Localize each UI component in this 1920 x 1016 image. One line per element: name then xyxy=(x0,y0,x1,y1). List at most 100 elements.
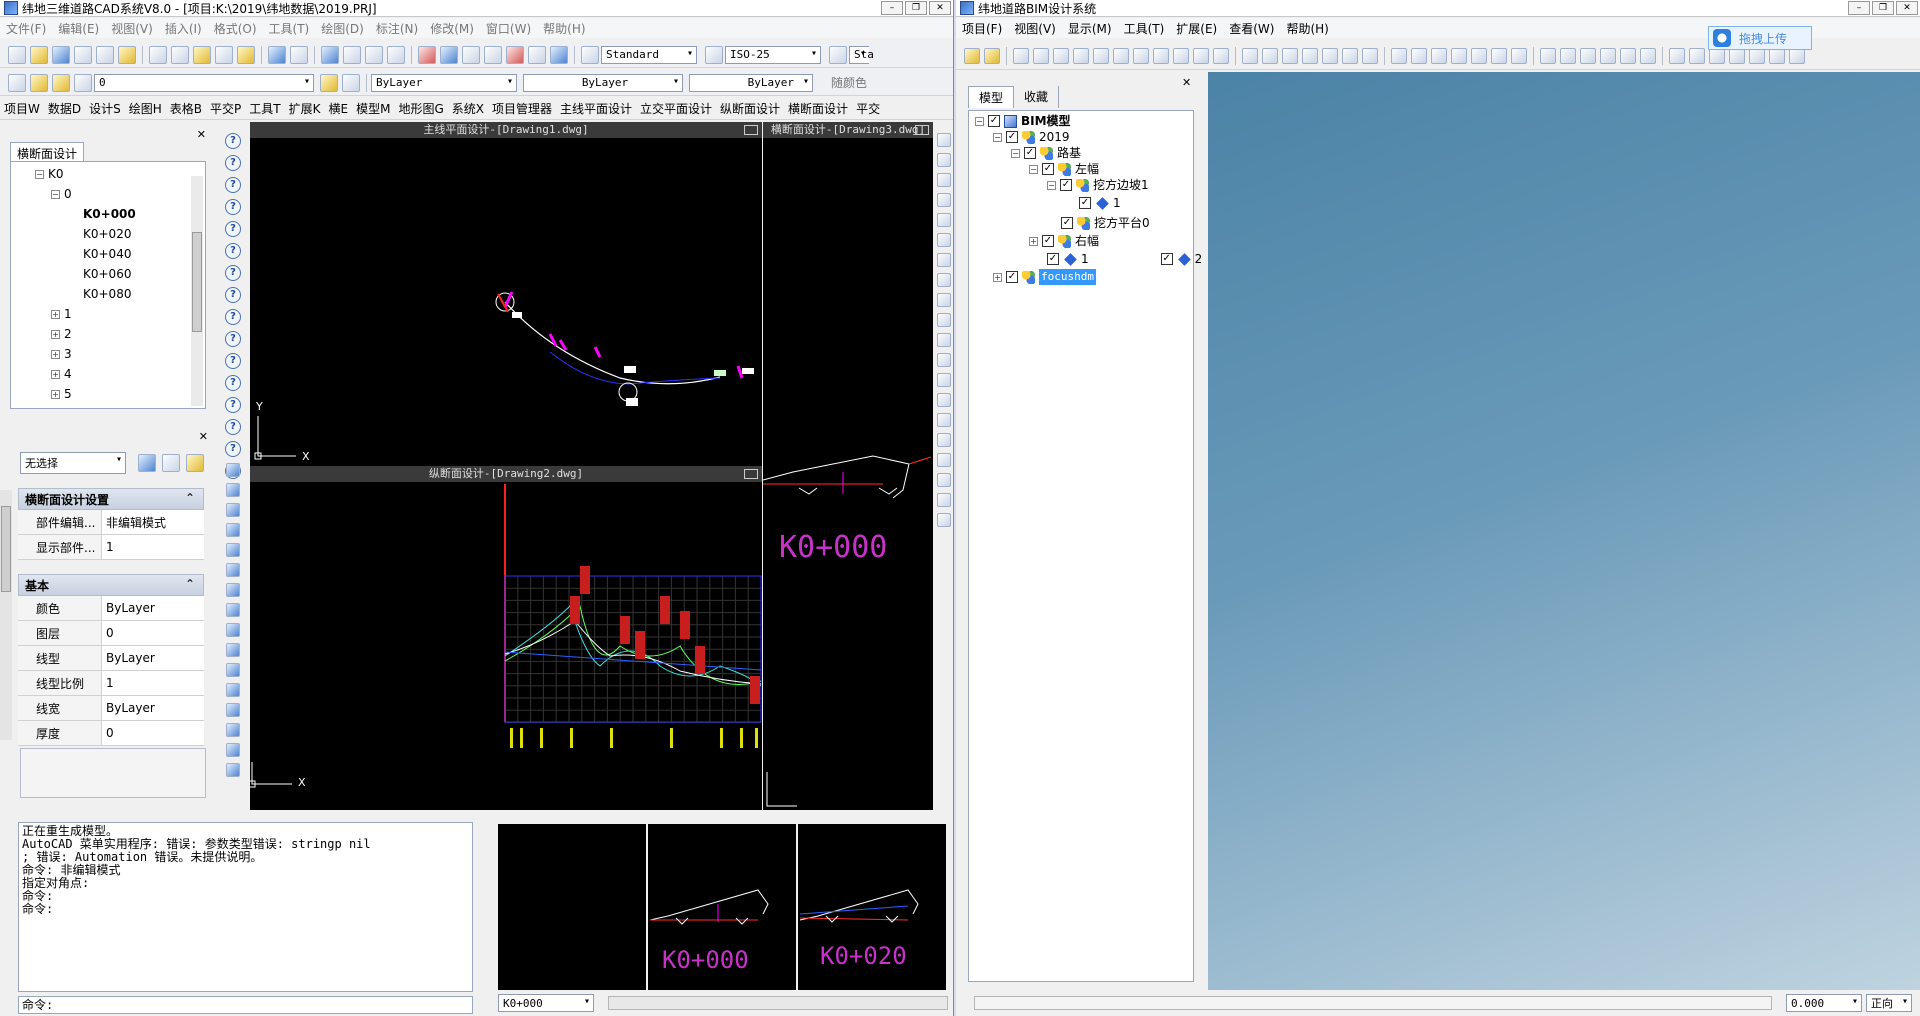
layer-current-icon[interactable] xyxy=(320,73,338,92)
open-file-icon[interactable] xyxy=(30,45,48,64)
point-icon[interactable] xyxy=(226,723,240,737)
help-icon[interactable]: ? xyxy=(225,375,241,391)
bim-tool-icon[interactable] xyxy=(1342,47,1358,64)
prop-row[interactable]: 线型 ByLayer xyxy=(18,646,204,671)
help-icon[interactable]: ? xyxy=(225,133,241,149)
prop-row[interactable]: 颜色 ByLayer xyxy=(18,596,204,621)
prop-value[interactable]: 0 xyxy=(102,621,204,645)
bim-tool-icon[interactable] xyxy=(1193,47,1209,64)
menu-item[interactable]: 项目(F) xyxy=(956,20,1008,37)
bim-tool-icon[interactable] xyxy=(1242,47,1258,64)
bim-tool-icon[interactable] xyxy=(1033,47,1049,64)
prop-row[interactable]: 厚度 0 xyxy=(18,721,204,746)
bim-tool-icon[interactable] xyxy=(1262,47,1278,64)
ellipse-arc-icon[interactable] xyxy=(226,663,240,677)
new-file-icon[interactable] xyxy=(8,45,26,64)
zoom-window-icon[interactable] xyxy=(365,45,383,64)
app-menu-item[interactable]: 立交平面设计 xyxy=(636,100,716,117)
prop-row[interactable]: 图层 0 xyxy=(18,621,204,646)
app-menu-item[interactable]: 绘图H xyxy=(125,100,166,117)
brush-icon[interactable] xyxy=(237,45,255,64)
tree-leaf[interactable]: ✓2 xyxy=(1089,251,1202,267)
prop-value[interactable]: ByLayer xyxy=(102,596,204,620)
app-menu-item[interactable]: 数据D xyxy=(44,100,85,117)
layer-icon[interactable] xyxy=(937,493,951,507)
app-menu-item[interactable]: 平交P xyxy=(206,100,245,117)
help-icon[interactable]: ? xyxy=(225,397,241,413)
restore-button[interactable]: ❐ xyxy=(905,1,927,15)
bim-tool-icon[interactable] xyxy=(984,47,1000,64)
close-panel-icon[interactable]: ✕ xyxy=(197,128,206,141)
tree-group[interactable]: +3 xyxy=(35,344,136,364)
lightbulb-icon[interactable] xyxy=(30,73,48,92)
app-menu-item[interactable]: 纵断面设计 xyxy=(716,100,784,117)
tree-scrollbar[interactable] xyxy=(191,176,203,406)
publish-icon[interactable] xyxy=(118,45,136,64)
layer-manager-icon[interactable] xyxy=(8,73,26,92)
station-item[interactable]: K0+080 xyxy=(35,284,136,304)
close-props-icon[interactable]: ✕ xyxy=(199,430,208,443)
spline-icon[interactable] xyxy=(226,623,240,637)
menu-item[interactable]: 插入(I) xyxy=(159,20,208,37)
tree-group[interactable]: +4 xyxy=(35,364,136,384)
upload-button[interactable]: 拖拽上传 xyxy=(1708,26,1812,50)
tree-node-part[interactable]: ✓ 挖方平台0 xyxy=(975,215,1150,231)
app-menu-item[interactable]: 项目W xyxy=(0,100,44,117)
bim-tool-icon[interactable] xyxy=(1302,47,1318,64)
menu-item[interactable]: 窗口(W) xyxy=(480,20,537,37)
dim-style-select[interactable]: ISO-25 xyxy=(725,45,821,64)
section-header[interactable]: 横断面设计设置 xyxy=(18,488,204,510)
lock-icon[interactable] xyxy=(74,73,92,92)
fillet-icon[interactable] xyxy=(937,413,951,427)
menu-item[interactable]: 扩展(E) xyxy=(1170,20,1223,37)
bim-tool-icon[interactable] xyxy=(1213,47,1229,64)
plan-viewport[interactable]: 主线平面设计-[Drawing1.dwg] X Y xyxy=(250,122,762,466)
redo-icon[interactable] xyxy=(290,45,308,64)
app-menu-item[interactable]: 模型M xyxy=(352,100,394,117)
print-icon[interactable] xyxy=(74,45,92,64)
help-icon[interactable]: ? xyxy=(225,199,241,215)
app-menu-item[interactable]: 项目管理器 xyxy=(488,100,556,117)
help-icon[interactable]: ? xyxy=(225,287,241,303)
arc-icon[interactable] xyxy=(226,503,240,517)
bim-tool-icon[interactable] xyxy=(1640,47,1656,64)
bim-tool-icon[interactable] xyxy=(1362,47,1378,64)
pan-icon[interactable] xyxy=(321,45,339,64)
prop-value[interactable]: 1 xyxy=(102,535,204,559)
help-icon[interactable] xyxy=(550,45,568,64)
tree-node-k0[interactable]: − K0 xyxy=(35,164,136,184)
array-icon[interactable] xyxy=(937,213,951,227)
bim-tool-icon[interactable] xyxy=(1153,47,1169,64)
offset-icon[interactable] xyxy=(937,193,951,207)
paste-icon[interactable] xyxy=(193,45,211,64)
app-menu-item[interactable]: 横E xyxy=(324,100,352,117)
help-icon[interactable]: ? xyxy=(225,243,241,259)
bim-tool-icon[interactable] xyxy=(1600,47,1616,64)
properties-icon[interactable] xyxy=(418,45,436,64)
help-icon[interactable]: ? xyxy=(225,221,241,237)
quick-select-icon[interactable] xyxy=(186,454,204,472)
preview-icon[interactable] xyxy=(96,45,114,64)
props-scrollbar[interactable] xyxy=(0,490,12,740)
menu-item[interactable]: 工具(T) xyxy=(1118,20,1171,37)
extend-icon[interactable] xyxy=(937,333,951,347)
design-center-icon[interactable] xyxy=(440,45,458,64)
bim-tool-icon[interactable] xyxy=(1133,47,1149,64)
break-icon[interactable] xyxy=(937,353,951,367)
minimize-button[interactable]: – xyxy=(1848,1,1870,15)
app-menu-item[interactable]: 地形图G xyxy=(394,100,447,117)
prop-value[interactable]: 0 xyxy=(102,721,204,745)
table-style-icon[interactable] xyxy=(829,45,847,64)
station-item[interactable]: K0+020 xyxy=(35,224,136,244)
explode-icon[interactable] xyxy=(937,433,951,447)
menu-item[interactable]: 视图(V) xyxy=(1008,20,1062,37)
help-icon[interactable]: ? xyxy=(225,265,241,281)
bim-tool-icon[interactable] xyxy=(964,47,980,64)
thumbnail-blank[interactable] xyxy=(498,824,646,990)
markup-icon[interactable] xyxy=(506,45,524,64)
save-icon[interactable] xyxy=(52,45,70,64)
cut-icon[interactable] xyxy=(149,45,167,64)
bim-tool-icon[interactable] xyxy=(1391,47,1407,64)
prop-value[interactable]: ByLayer xyxy=(102,646,204,670)
bim-tool-icon[interactable] xyxy=(1053,47,1069,64)
